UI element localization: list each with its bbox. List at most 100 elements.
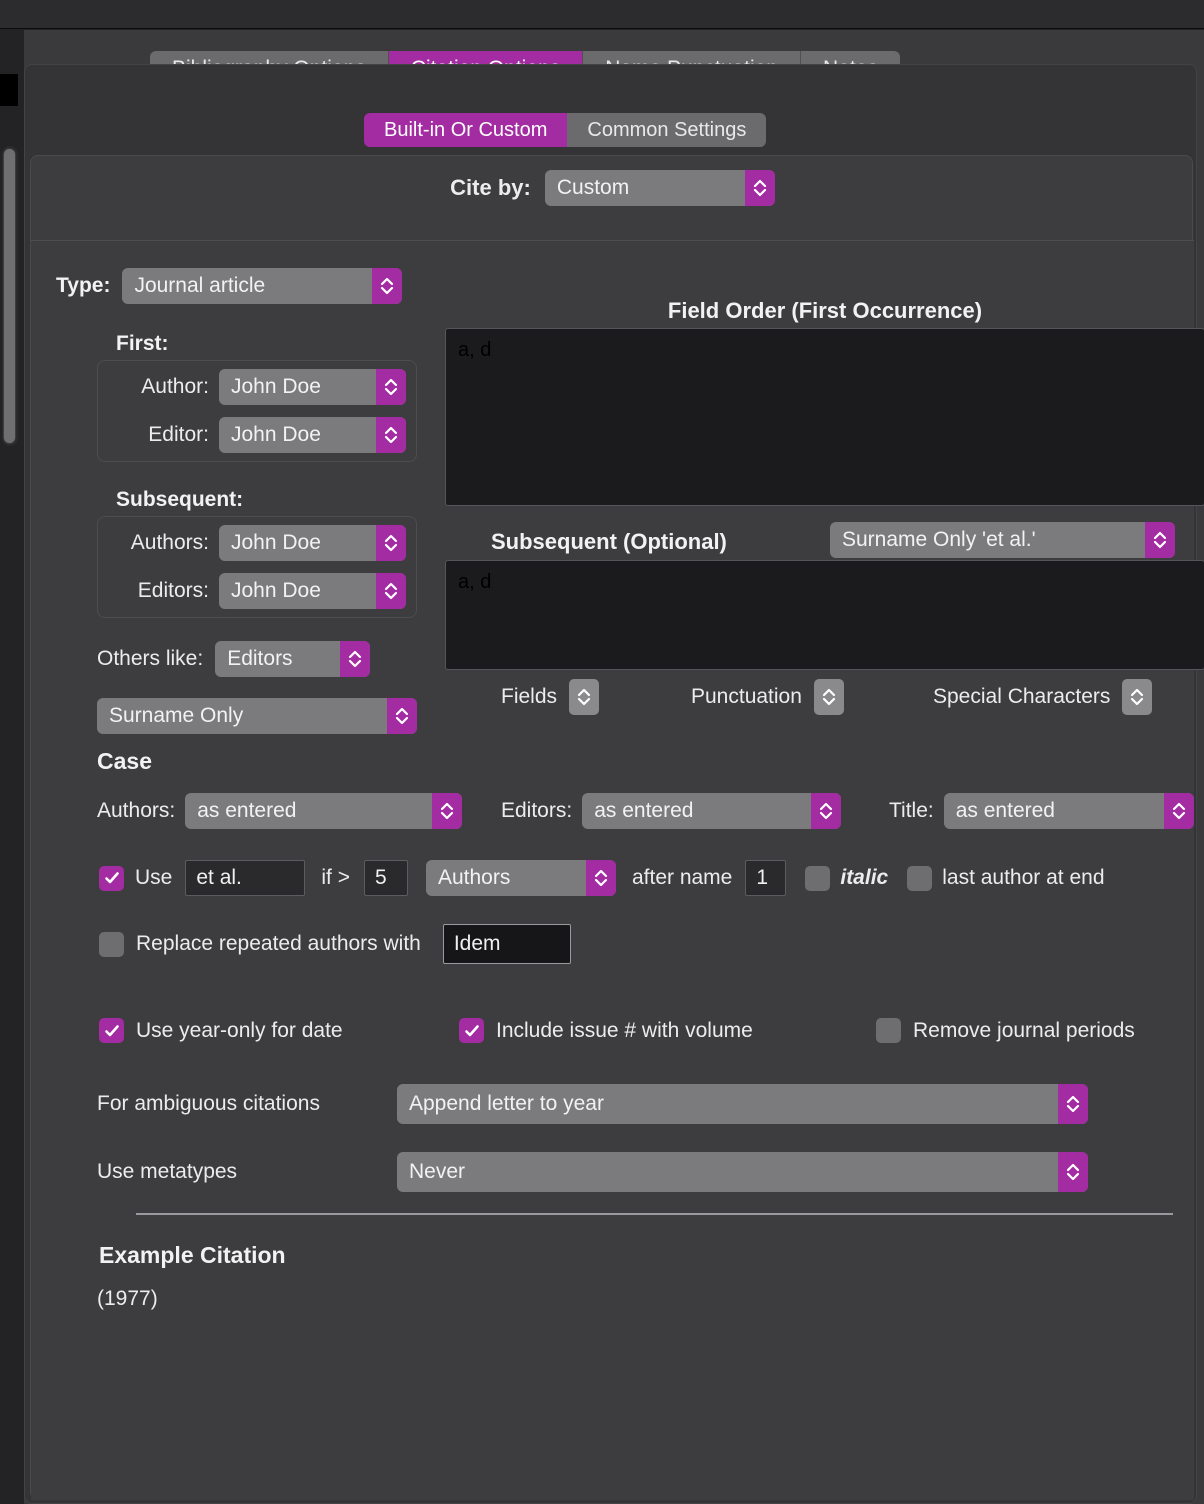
last-author-at-end-checkbox[interactable] xyxy=(907,865,933,891)
inserter-punctuation-group: Punctuation xyxy=(691,679,844,715)
et-al-scope-select[interactable]: Authors xyxy=(425,860,616,896)
others-like-row: Others like: Editors xyxy=(97,641,371,677)
built-in-or-custom-panel: Cite by: Custom Type: Journal article Fi… xyxy=(30,155,1204,1500)
italic-checkbox[interactable] xyxy=(805,865,831,891)
subsequent-mode-value: Surname Only 'et al.' xyxy=(842,528,1036,551)
italic-label: italic xyxy=(840,866,889,889)
chevron-updown-icon[interactable] xyxy=(376,573,406,609)
chevron-updown-icon[interactable] xyxy=(569,679,600,715)
case-editors-value: as entered xyxy=(594,799,694,822)
vertical-scrollbar-thumb[interactable] xyxy=(3,148,16,444)
case-editors-label: Editors: xyxy=(501,799,573,822)
chevron-updown-icon[interactable] xyxy=(376,369,406,405)
chevron-updown-icon[interactable] xyxy=(432,793,463,829)
chevron-updown-icon[interactable] xyxy=(585,860,616,896)
first-author-row: Author: John Doe xyxy=(108,369,406,405)
ambiguous-select[interactable]: Append letter to year xyxy=(397,1084,1088,1124)
use-et-al-checkbox[interactable] xyxy=(99,865,124,891)
name-format-value: Surname Only xyxy=(109,704,244,727)
cite-by-select[interactable]: Custom xyxy=(544,170,775,206)
ambiguous-row: For ambiguous citations Append letter to… xyxy=(97,1084,1088,1124)
case-title-row: Title: as entered xyxy=(889,793,1194,829)
cite-by-label: Cite by: xyxy=(450,175,531,200)
case-authors-value: as entered xyxy=(197,799,297,822)
replace-repeated-input[interactable]: Idem xyxy=(442,924,571,964)
if-greater-label: if > xyxy=(321,866,350,889)
subsequent-editors-select[interactable]: John Doe xyxy=(219,573,406,609)
type-label: Type: xyxy=(56,274,111,297)
remove-journal-periods-label: Remove journal periods xyxy=(913,1018,1135,1042)
inserter-special-characters-group: Special Characters xyxy=(933,679,1153,715)
subtab-common-settings[interactable]: Common Settings xyxy=(567,113,767,147)
cite-by-row: Cite by: Custom xyxy=(31,170,1194,206)
chevron-updown-icon[interactable] xyxy=(1145,522,1175,558)
toggle-remove-journal-periods[interactable]: Remove journal periods xyxy=(876,1018,1135,1043)
sub-tabstrip: Built-in Or Custom Common Settings xyxy=(364,113,767,147)
subsequent-mode-select[interactable]: Surname Only 'et al.' xyxy=(830,522,1175,558)
cite-by-value: Custom xyxy=(556,176,630,199)
chevron-updown-icon[interactable] xyxy=(376,417,406,453)
field-order-first-textarea[interactable]: a, d xyxy=(445,328,1204,506)
first-editor-select[interactable]: John Doe xyxy=(219,417,406,453)
chevron-updown-icon[interactable] xyxy=(1058,1084,1088,1124)
subsequent-authors-select[interactable]: John Doe xyxy=(219,525,406,561)
chevron-updown-icon[interactable] xyxy=(1163,793,1194,829)
case-editors-row: Editors: as entered xyxy=(501,793,842,829)
case-title-select[interactable]: as entered xyxy=(943,793,1194,829)
subsequent-editors-value: John Doe xyxy=(231,579,321,602)
chevron-updown-icon[interactable] xyxy=(813,679,844,715)
type-row: Type: Journal article xyxy=(56,268,403,304)
subtab-built-in-or-custom[interactable]: Built-in Or Custom xyxy=(364,113,568,147)
chevron-updown-icon[interactable] xyxy=(744,170,775,206)
include-issue-label: Include issue # with volume xyxy=(496,1018,753,1042)
citation-form: Type: Journal article First: Author: Joh… xyxy=(31,241,1204,1500)
example-citation-text: (1977) xyxy=(97,1287,158,1310)
chevron-updown-icon[interactable] xyxy=(387,698,417,734)
chevron-updown-icon[interactable] xyxy=(372,268,403,304)
use-year-only-checkbox[interactable] xyxy=(99,1018,124,1043)
window-titlebar xyxy=(0,0,1204,29)
include-issue-checkbox[interactable] xyxy=(459,1018,484,1043)
ambiguous-value: Append letter to year xyxy=(409,1092,604,1115)
metatypes-select[interactable]: Never xyxy=(397,1152,1088,1192)
field-order-subsequent-textarea[interactable]: a, d xyxy=(445,560,1204,670)
chevron-updown-icon[interactable] xyxy=(811,793,842,829)
replace-repeated-checkbox[interactable] xyxy=(99,931,124,957)
first-editor-label: Editor: xyxy=(148,423,209,446)
type-value: Journal article xyxy=(134,274,266,297)
case-authors-label: Authors: xyxy=(97,799,176,822)
use-year-only-label: Use year-only for date xyxy=(136,1018,343,1042)
remove-journal-periods-checkbox[interactable] xyxy=(876,1018,901,1043)
after-name-input[interactable]: 1 xyxy=(745,860,787,896)
inserter-fields-group: Fields xyxy=(501,679,600,715)
replace-repeated-label: Replace repeated authors with xyxy=(136,932,421,955)
name-format-select[interactable]: Surname Only xyxy=(97,698,417,734)
others-like-value: Editors xyxy=(227,647,293,670)
replace-repeated-row: Replace repeated authors with Idem xyxy=(99,924,571,964)
after-name-label: after name xyxy=(631,866,733,889)
case-authors-select[interactable]: as entered xyxy=(185,793,463,829)
metatypes-row: Use metatypes Never xyxy=(97,1152,1088,1192)
first-author-select[interactable]: John Doe xyxy=(219,369,406,405)
chevron-updown-icon[interactable] xyxy=(340,641,371,677)
type-select[interactable]: Journal article xyxy=(122,268,403,304)
et-al-threshold-input[interactable]: 5 xyxy=(363,860,408,896)
toggle-use-year-only[interactable]: Use year-only for date xyxy=(99,1018,343,1043)
chevron-updown-icon[interactable] xyxy=(1122,679,1153,715)
example-citation-heading: Example Citation xyxy=(99,1242,286,1268)
et-al-row: Use et al. if > 5 Authors after name 1 i… xyxy=(99,860,1105,896)
field-order-subsequent-title: Subsequent (Optional) xyxy=(491,529,727,554)
et-al-text-input[interactable]: et al. xyxy=(185,860,306,896)
first-author-value: John Doe xyxy=(231,375,321,398)
case-editors-select[interactable]: as entered xyxy=(582,793,842,829)
chevron-updown-icon[interactable] xyxy=(1058,1152,1088,1192)
inserter-fields-label: Fields xyxy=(501,685,558,708)
subsequent-authors-row: Authors: John Doe xyxy=(108,525,406,561)
subsequent-group: Authors: John Doe Editors: John Doe xyxy=(97,516,417,618)
first-author-label: Author: xyxy=(141,375,209,398)
others-like-select[interactable]: Editors xyxy=(215,641,371,677)
toggle-include-issue[interactable]: Include issue # with volume xyxy=(459,1018,753,1043)
chevron-updown-icon[interactable] xyxy=(376,525,406,561)
first-heading: First: xyxy=(116,332,169,355)
subsequent-heading: Subsequent: xyxy=(116,488,244,511)
